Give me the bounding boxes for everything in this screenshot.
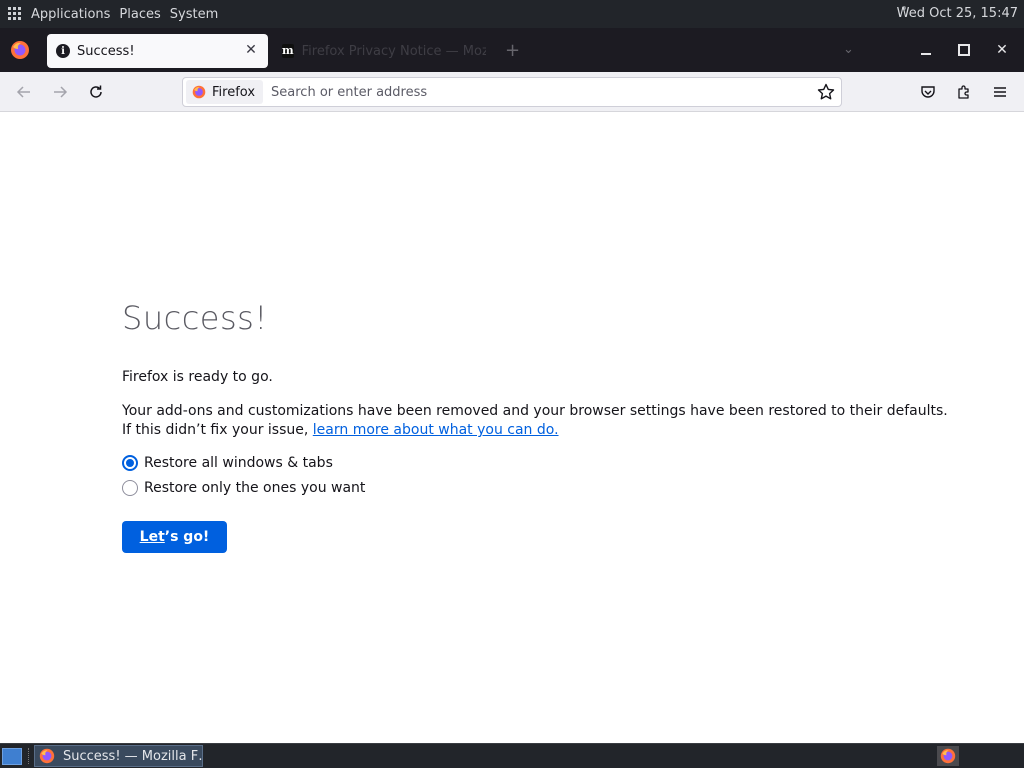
minimize-button[interactable] [914,38,938,62]
lets-go-button[interactable]: Let’s go! [122,521,227,553]
tab-privacy-notice[interactable]: m Firefox Privacy Notice — Mozilla [278,34,486,68]
firefox-view-icon[interactable] [10,40,30,60]
firefox-icon [39,748,55,764]
reload-icon [90,85,102,98]
identity-box[interactable]: Firefox [186,80,264,104]
issue-text: If this didn’t fix your issue, [122,422,309,438]
tab-title: Success! [77,43,135,59]
tray-firefox-icon[interactable] [937,746,959,766]
radio-restore-all[interactable] [122,455,138,471]
learn-more-link[interactable]: learn more about what you can do. [313,422,559,438]
url-input[interactable]: Search or enter address [271,85,427,100]
hamburger-icon [994,87,1006,97]
reload-button[interactable] [84,80,108,104]
mozilla-icon: m [282,44,294,58]
forward-arrow-icon [54,86,68,98]
tab-title: Firefox Privacy Notice — Mozilla [301,43,486,59]
removed-text: Your add-ons and customizations have bee… [122,403,948,419]
tab-success[interactable]: i Success! ✕ [47,34,268,68]
restore-some-option[interactable]: Restore only the ones you want [122,480,365,496]
top-panel: Applications Places System Wed Oct 25, 1… [0,0,1024,28]
app-menu-button[interactable] [988,80,1012,104]
taskbar-separator [28,748,31,764]
list-all-tabs-icon[interactable]: ⌄ [843,42,854,57]
menu-system[interactable]: System [170,7,218,22]
new-tab-button[interactable]: + [505,42,520,60]
apps-grid-icon[interactable] [8,7,22,21]
firefox-icon [940,748,956,764]
nav-toolbar: Firefox Search or enter address [0,72,1024,112]
issue-line: If this didn’t fix your issue, learn mor… [122,421,948,440]
restore-all-label[interactable]: Restore all windows & tabs [144,455,333,471]
clock[interactable]: Wed Oct 25, 15:47 [897,6,1018,21]
info-icon: i [56,44,70,58]
restore-some-label[interactable]: Restore only the ones you want [144,480,365,496]
puzzle-icon [958,85,969,99]
ready-text: Firefox is ready to go. [122,369,273,385]
back-arrow-icon [16,86,30,98]
reset-description: Your add-ons and customizations have bee… [122,402,948,440]
page-title: Success! [122,299,268,337]
page-content: Success! Firefox is ready to go. Your ad… [0,113,1024,743]
bookmark-star-icon[interactable] [817,83,835,101]
show-desktop-icon[interactable] [2,748,22,765]
taskbar-window-title: Success! — Mozilla F… [63,748,203,764]
identity-label: Firefox [212,84,256,100]
extensions-button[interactable] [952,80,976,104]
close-window-button[interactable]: ✕ [990,38,1014,62]
menu-places[interactable]: Places [119,7,160,22]
taskbar-firefox-window[interactable]: Success! — Mozilla F… [34,745,203,767]
pocket-icon [921,86,935,98]
panel-menu: Applications Places System [31,7,218,22]
pocket-button[interactable] [916,80,940,104]
restore-all-option[interactable]: Restore all windows & tabs [122,455,333,471]
forward-button[interactable] [48,80,72,104]
address-bar[interactable]: Firefox Search or enter address [182,77,842,107]
radio-restore-some[interactable] [122,480,138,496]
close-tab-icon[interactable]: ✕ [244,43,258,57]
firefox-icon [192,85,206,99]
maximize-button[interactable] [952,38,976,62]
tab-strip: i Success! ✕ m Firefox Privacy Notice — … [0,28,1024,72]
menu-applications[interactable]: Applications [31,7,110,22]
back-button[interactable] [12,80,36,104]
taskbar: Success! — Mozilla F… [0,743,1024,768]
